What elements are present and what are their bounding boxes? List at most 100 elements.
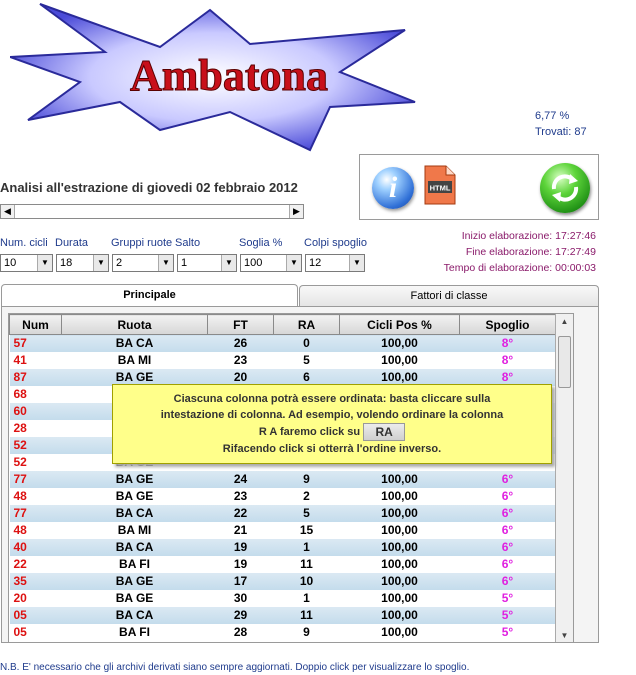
- table-row[interactable]: 05 BA FI 28 9 100,00 5°: [10, 624, 556, 641]
- table-row[interactable]: 77 BA CA 22 5 100,00 6°: [9, 504, 556, 522]
- table-cell: 100,00: [339, 504, 460, 522]
- table-row[interactable]: 22 BA FI 19 11 100,00 6°: [10, 556, 556, 573]
- table-cell: 41: [13, 353, 27, 367]
- chevron-down-icon[interactable]: ▼: [158, 255, 173, 271]
- table-cell: 5°: [501, 591, 514, 605]
- stats: 6,77 % Trovati: 87: [535, 108, 587, 140]
- column-header-5[interactable]: Spoglio: [459, 314, 556, 335]
- chevron-down-icon[interactable]: ▼: [221, 255, 236, 271]
- chevron-down-icon[interactable]: ▼: [93, 255, 108, 271]
- column-header-3[interactable]: RA: [273, 314, 340, 335]
- salto-select[interactable]: 1 ▼: [177, 254, 237, 272]
- table-cell: BA CA: [61, 606, 208, 624]
- gruppi-ruote-value: 2: [116, 257, 123, 269]
- gruppi-ruote-select[interactable]: 2 ▼: [112, 254, 174, 272]
- table-cell: 6°: [501, 489, 514, 503]
- gruppi-ruote-label: Gruppi ruote: [111, 237, 173, 249]
- table-cell: 22: [13, 557, 27, 571]
- sort-help-tooltip: Ciascuna colonna potrà essere ordinata: …: [112, 384, 552, 464]
- table-cell: 100,00: [381, 591, 418, 605]
- tooltip-line-3: R A faremo click su RA: [113, 423, 551, 441]
- table-cell: 23: [233, 353, 248, 367]
- table-cell: 1: [273, 538, 340, 556]
- table-cell: BA CA: [61, 334, 208, 352]
- scroll-thumb[interactable]: [558, 336, 571, 388]
- results-table: Num Ruota FT RA Cicli Pos % Spoglio 57 BA CA 26…: [9, 314, 556, 641]
- table-row[interactable]: 41 BA MI 23 5 100,00 8°: [10, 352, 556, 369]
- table-cell: 11: [300, 557, 313, 571]
- html-export-button[interactable]: HTML: [424, 165, 456, 205]
- tooltip-line-2: intestazione di colonna. Ad esempio, vol…: [160, 409, 504, 421]
- horizontal-scrollbar[interactable]: ◀ ▶: [0, 204, 304, 219]
- chevron-down-icon[interactable]: ▼: [349, 255, 364, 271]
- html-icon-label: HTML: [430, 184, 451, 193]
- table-row[interactable]: 77 BA GE 24 9 100,00 6°: [9, 470, 556, 488]
- table-cell: 100,00: [339, 572, 460, 590]
- table-cell: 0: [273, 334, 340, 352]
- table-cell: 24: [207, 470, 274, 488]
- table-cell: 8°: [459, 368, 556, 386]
- table-cell: 100,00: [381, 557, 418, 571]
- scroll-right-icon[interactable]: ▶: [289, 205, 303, 218]
- results-grid: Num Ruota FT RA Cicli Pos % Spoglio 57 BA CA 26…: [8, 313, 574, 643]
- scroll-up-icon[interactable]: ▲: [556, 314, 573, 330]
- table-cell: 6°: [459, 470, 556, 488]
- table-cell: 05: [13, 625, 27, 639]
- chevron-down-icon[interactable]: ▼: [37, 255, 52, 271]
- table-row[interactable]: 48 BA GE 23 2 100,00 6°: [10, 488, 556, 505]
- column-header-2[interactable]: FT: [207, 314, 274, 335]
- timing-info: Inizio elaborazione: 17:27:46 Fine elabo…: [430, 228, 596, 276]
- table-cell: 15: [299, 523, 314, 537]
- table-row[interactable]: 48 BA MI 21 15 100,00 6°: [10, 522, 556, 539]
- table-cell: 19: [233, 557, 248, 571]
- scroll-left-icon[interactable]: ◀: [1, 205, 15, 218]
- table-row[interactable]: 87 BA GE 20 6 100,00 8°: [9, 368, 556, 386]
- table-row[interactable]: 40 BA CA 19 1 100,00 6°: [9, 538, 556, 556]
- colpi-spoglio-label: Colpi spoglio: [304, 237, 367, 249]
- tooltip-line-4: Rifacendo click si otterrà l'ordine inve…: [222, 443, 442, 455]
- table-row[interactable]: 20 BA GE 30 1 100,00 5°: [10, 590, 556, 607]
- tooltip-line-1: Ciascuna colonna potrà essere ordinata: …: [173, 393, 491, 405]
- scroll-down-icon[interactable]: ▼: [556, 628, 573, 642]
- table-cell: 23: [233, 489, 248, 503]
- table-cell: 6°: [501, 523, 514, 537]
- num-cicli-label: Num. cicli: [0, 237, 48, 249]
- table-row[interactable]: 57 BA CA 26 0 100,00 8°: [9, 334, 556, 352]
- table-cell: 6°: [459, 538, 556, 556]
- durata-select[interactable]: 18 ▼: [56, 254, 109, 272]
- table-cell: 52: [9, 436, 62, 454]
- column-header-4[interactable]: Cicli Pos %: [339, 314, 460, 335]
- table-cell: 48: [13, 489, 27, 503]
- table-row[interactable]: 05 BA CA 29 11 100,00 5°: [9, 606, 556, 624]
- table-cell: BA MI: [117, 353, 152, 367]
- table-cell: 5: [273, 504, 340, 522]
- info-button[interactable]: i: [372, 167, 414, 209]
- tab-fattori-di-classe[interactable]: Fattori di classe: [299, 285, 599, 307]
- ra-sample-button[interactable]: RA: [363, 423, 406, 441]
- table-cell: 100,00: [339, 368, 460, 386]
- tab-principale[interactable]: Principale: [1, 284, 298, 307]
- table-cell: BA CA: [61, 504, 208, 522]
- table-cell: 21: [233, 523, 248, 537]
- durata-value: 18: [60, 257, 73, 269]
- column-header-1[interactable]: Ruota: [61, 314, 208, 335]
- num-cicli-select[interactable]: 10 ▼: [0, 254, 53, 272]
- table-row[interactable]: 35 BA GE 17 10 100,00 6°: [9, 572, 556, 590]
- vertical-scrollbar[interactable]: ▲ ▼: [555, 314, 573, 642]
- table-cell: 40: [9, 538, 62, 556]
- refresh-button[interactable]: [540, 163, 590, 213]
- end-time: Fine elaborazione: 17:27:49: [465, 246, 596, 258]
- table-cell: 8°: [501, 353, 514, 367]
- colpi-spoglio-select[interactable]: 12 ▼: [305, 254, 365, 272]
- table-cell: 29: [207, 606, 274, 624]
- chevron-down-icon[interactable]: ▼: [286, 255, 301, 271]
- soglia-select[interactable]: 100 ▼: [240, 254, 302, 272]
- table-cell: BA MI: [117, 523, 152, 537]
- table-cell: 60: [9, 402, 62, 420]
- table-cell: 6°: [459, 504, 556, 522]
- table-cell: BA GE: [61, 368, 208, 386]
- table-cell: 17: [207, 572, 274, 590]
- table-cell: BA GE: [61, 470, 208, 488]
- column-header-0[interactable]: Num: [9, 314, 62, 335]
- table-cell: 5°: [459, 606, 556, 624]
